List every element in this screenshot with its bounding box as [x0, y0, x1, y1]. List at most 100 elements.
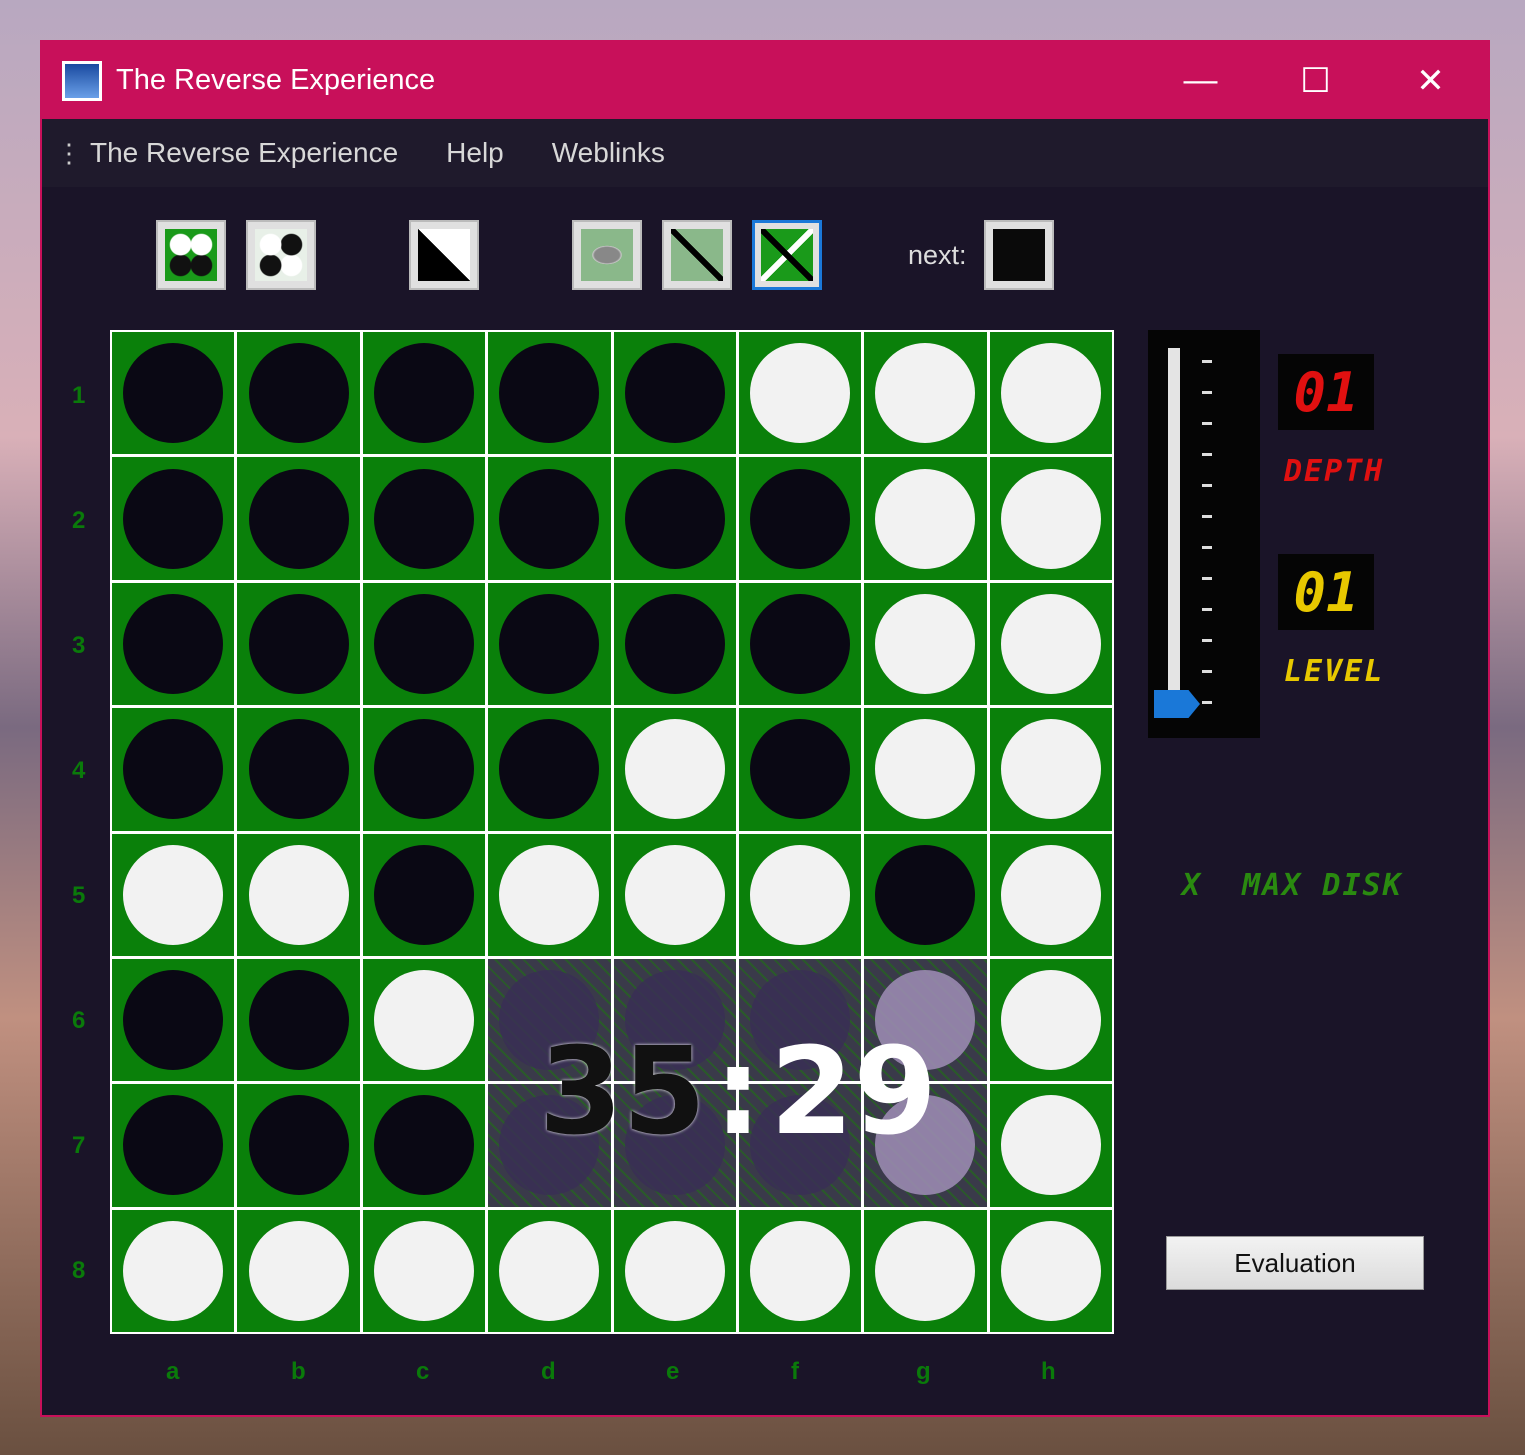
- column-label: b: [291, 1358, 306, 1385]
- white-disc: [1000, 844, 1101, 945]
- white-disc: [1000, 343, 1101, 444]
- slider-thumb[interactable]: [1154, 690, 1200, 718]
- row-label: 2: [72, 507, 86, 534]
- board-cell-b1[interactable]: [237, 332, 360, 455]
- board-cell-b6[interactable]: [237, 958, 360, 1082]
- board-cell-h3[interactable]: [989, 582, 1112, 706]
- swap-color-button[interactable]: [409, 220, 479, 290]
- score-separator: :: [714, 1022, 762, 1162]
- slider-track: [1168, 348, 1180, 698]
- board-cell-c8[interactable]: [362, 1209, 486, 1332]
- board-cell-h7[interactable]: [989, 1084, 1112, 1207]
- board-cell-d3[interactable]: [488, 582, 611, 706]
- board-cell-g1[interactable]: [864, 332, 987, 455]
- black-disc: [123, 593, 224, 694]
- board-cell-f2[interactable]: [738, 457, 862, 580]
- column-label: e: [666, 1358, 680, 1385]
- black-disc: [373, 593, 474, 694]
- menu-the-reverse-experience[interactable]: The Reverse Experience: [90, 137, 398, 169]
- column-label: g: [916, 1358, 931, 1385]
- white-disc: [499, 1220, 600, 1321]
- next-label: next:: [908, 240, 967, 270]
- depth-label: DEPTH: [1284, 454, 1385, 489]
- board-cell-g8[interactable]: [864, 1209, 987, 1332]
- board-cell-b5[interactable]: [237, 833, 360, 956]
- board-cell-f3[interactable]: [738, 582, 862, 706]
- depth-slider[interactable]: [1148, 330, 1260, 738]
- board-cell-e8[interactable]: [613, 1209, 736, 1332]
- board-cell-a2[interactable]: [112, 457, 235, 580]
- slider-tick: [1202, 453, 1212, 456]
- board-cell-h5[interactable]: [989, 833, 1112, 956]
- black-disc: [750, 719, 851, 820]
- board-cell-d4[interactable]: [488, 708, 611, 831]
- board-cell-d2[interactable]: [488, 457, 611, 580]
- black-disc: [624, 468, 725, 569]
- board-cell-c6[interactable]: [362, 958, 486, 1082]
- board-cell-c7[interactable]: [362, 1084, 486, 1207]
- board-cell-h8[interactable]: [989, 1209, 1112, 1332]
- board-cell-g4[interactable]: [864, 708, 987, 831]
- black-disc: [248, 1095, 349, 1196]
- minimize-button[interactable]: —: [1143, 42, 1258, 119]
- menu-help[interactable]: Help: [446, 137, 504, 169]
- board-cell-e1[interactable]: [613, 332, 736, 455]
- column-label: f: [791, 1358, 799, 1385]
- black-disc: [123, 343, 224, 444]
- board-cell-a5[interactable]: [112, 833, 235, 956]
- board-cell-c2[interactable]: [362, 457, 486, 580]
- board-cell-c4[interactable]: [362, 708, 486, 831]
- board-cell-a8[interactable]: [112, 1209, 235, 1332]
- board-cell-e5[interactable]: [613, 833, 736, 956]
- view-button[interactable]: [572, 220, 642, 290]
- board-cell-b3[interactable]: [237, 582, 360, 706]
- board-cell-d8[interactable]: [488, 1209, 611, 1332]
- black-disc: [499, 719, 600, 820]
- new-game-alternate-button[interactable]: [246, 220, 316, 290]
- board-cell-h2[interactable]: [989, 457, 1112, 580]
- evaluation-button[interactable]: Evaluation: [1166, 1236, 1424, 1290]
- board-cell-f4[interactable]: [738, 708, 862, 831]
- column-label: h: [1041, 1358, 1056, 1385]
- board-cell-h6[interactable]: [989, 958, 1112, 1082]
- new-game-standard-button[interactable]: [156, 220, 226, 290]
- board-cell-f5[interactable]: [738, 833, 862, 956]
- close-button[interactable]: ✕: [1373, 42, 1488, 119]
- board-cell-g2[interactable]: [864, 457, 987, 580]
- black-square-icon: [993, 229, 1045, 281]
- board-cell-e2[interactable]: [613, 457, 736, 580]
- white-disc: [875, 1220, 976, 1321]
- board-cell-b7[interactable]: [237, 1084, 360, 1207]
- board-cell-g5[interactable]: [864, 833, 987, 956]
- board-cell-e4[interactable]: [613, 708, 736, 831]
- board-cell-b2[interactable]: [237, 457, 360, 580]
- board-cell-c3[interactable]: [362, 582, 486, 706]
- board-cell-g3[interactable]: [864, 582, 987, 706]
- board-cell-h4[interactable]: [989, 708, 1112, 831]
- board-cell-e3[interactable]: [613, 582, 736, 706]
- board-cell-c1[interactable]: [362, 332, 486, 455]
- board-cell-b4[interactable]: [237, 708, 360, 831]
- board-cell-a1[interactable]: [112, 332, 235, 455]
- board-cell-h1[interactable]: [989, 332, 1112, 455]
- board-cell-f1[interactable]: [738, 332, 862, 455]
- column-label: c: [416, 1358, 430, 1385]
- hint-button[interactable]: [662, 220, 732, 290]
- board-cell-a6[interactable]: [112, 958, 235, 1082]
- black-disc: [875, 844, 976, 945]
- column-label: d: [541, 1358, 556, 1385]
- board-cell-b8[interactable]: [237, 1209, 360, 1332]
- slider-tick: [1202, 577, 1212, 580]
- board-cell-c5[interactable]: [362, 833, 486, 956]
- maximize-button[interactable]: ☐: [1258, 42, 1373, 119]
- next-player-indicator: [984, 220, 1054, 290]
- menu-weblinks[interactable]: Weblinks: [552, 137, 665, 169]
- board-cell-a3[interactable]: [112, 582, 235, 706]
- board-cell-f8[interactable]: [738, 1209, 862, 1332]
- board-cell-d1[interactable]: [488, 332, 611, 455]
- board-cell-a4[interactable]: [112, 708, 235, 831]
- board-cell-d5[interactable]: [488, 833, 611, 956]
- board-cell-a7[interactable]: [112, 1084, 235, 1207]
- analyze-button[interactable]: [752, 220, 822, 290]
- cross-arrows-icon: [761, 229, 813, 281]
